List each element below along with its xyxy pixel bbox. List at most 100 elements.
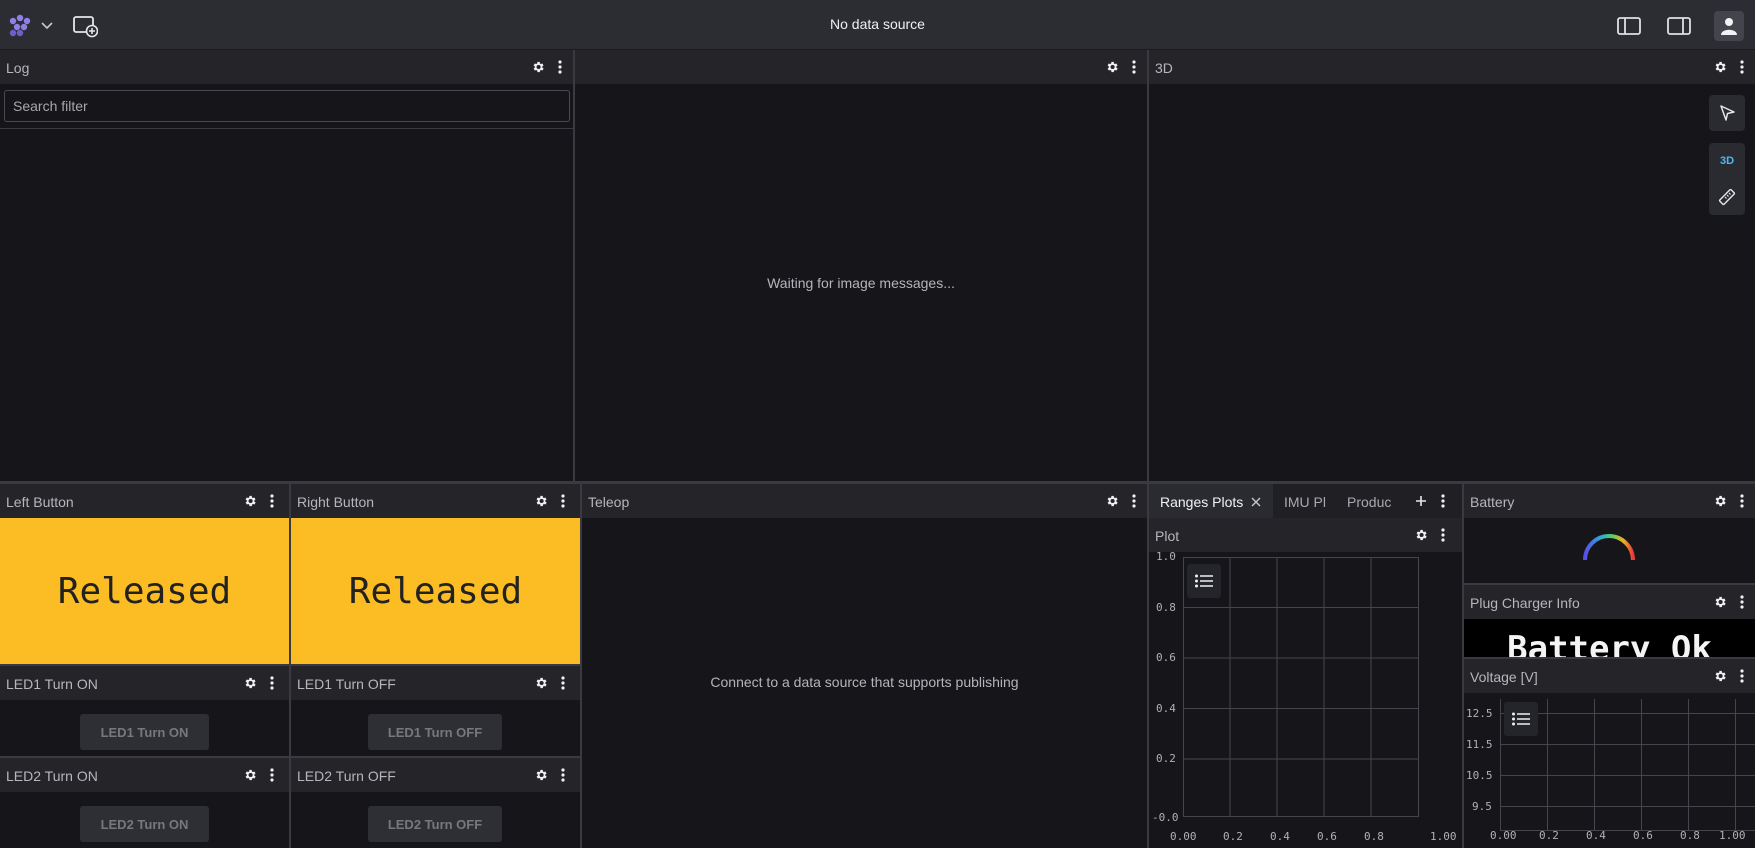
right-sidebar-toggle-icon[interactable] <box>1664 11 1694 41</box>
y-tick-label: 0.4 <box>1156 702 1176 715</box>
more-vertical-icon[interactable] <box>1125 492 1143 510</box>
voltage-title: Voltage [V] <box>1470 669 1538 685</box>
x-tick-label: 0.00 <box>1170 830 1197 843</box>
legend-toggle-icon[interactable] <box>1187 564 1221 598</box>
panel-divider[interactable] <box>289 484 291 848</box>
three-d-panel-title: 3D <box>1155 60 1173 76</box>
x-tick-label: 0.6 <box>1633 829 1653 842</box>
image-panel-header <box>575 50 1147 84</box>
log-search-input[interactable] <box>4 90 570 122</box>
gear-icon[interactable] <box>1711 58 1729 76</box>
right-button-state: Released <box>291 518 580 664</box>
user-account-icon[interactable] <box>1714 11 1744 41</box>
plot-title: Plot <box>1155 528 1180 544</box>
led1-on-title: LED1 Turn ON <box>6 676 98 692</box>
log-panel: Log <box>0 50 573 481</box>
more-vertical-icon[interactable] <box>554 674 572 692</box>
tab-product[interactable]: Produc <box>1347 484 1393 518</box>
more-vertical-icon[interactable] <box>1733 667 1751 685</box>
led2-turn-on-button[interactable]: LED2 Turn ON <box>80 806 209 842</box>
left-sidebar-toggle-icon[interactable] <box>1614 11 1644 41</box>
y-tick-label: 0.2 <box>1156 752 1176 765</box>
led2-off-title: LED2 Turn OFF <box>297 768 396 784</box>
data-source-title: No data source <box>830 16 925 32</box>
tab-label: Produc <box>1347 494 1392 510</box>
y-tick-label: -0.0 <box>1152 811 1179 824</box>
more-vertical-icon[interactable] <box>554 766 572 784</box>
gear-icon[interactable] <box>529 58 547 76</box>
led2-on-panel: LED2 Turn ON LED2 Turn ON <box>0 758 289 848</box>
gear-icon[interactable] <box>241 766 259 784</box>
gear-icon[interactable] <box>1711 492 1729 510</box>
add-tab-icon[interactable] <box>1412 492 1430 510</box>
plug-charger-panel: Plug Charger Info Battery Ok <box>1464 585 1755 657</box>
x-tick-label: 0.6 <box>1317 830 1337 843</box>
voltage-plot-grid[interactable] <box>1500 699 1755 831</box>
left-button-state: Released <box>0 518 289 664</box>
gear-icon[interactable] <box>1103 492 1121 510</box>
led1-off-header: LED1 Turn OFF <box>291 666 580 700</box>
more-vertical-icon[interactable] <box>1733 492 1751 510</box>
gear-icon[interactable] <box>1103 58 1121 76</box>
more-vertical-icon[interactable] <box>263 766 281 784</box>
tab-ranges-plots[interactable]: Ranges Plots <box>1149 484 1273 518</box>
more-vertical-icon[interactable] <box>1733 593 1751 611</box>
left-button-panel: Left Button Released <box>0 484 289 664</box>
image-panel: Waiting for image messages... <box>575 50 1147 481</box>
led1-turn-on-button[interactable]: LED1 Turn ON <box>80 714 209 750</box>
right-button-header: Right Button <box>291 484 580 518</box>
gear-icon[interactable] <box>241 492 259 510</box>
tabbed-plot-panel: Ranges Plots IMU Pl Produc Plot 1.0 0.8 … <box>1149 484 1462 848</box>
cursor-select-icon[interactable] <box>1709 95 1745 131</box>
battery-header: Battery <box>1464 484 1755 518</box>
panel-divider[interactable] <box>1147 50 1149 481</box>
right-button-panel: Right Button Released <box>291 484 580 664</box>
tab-imu-plots[interactable]: IMU Pl <box>1284 484 1326 518</box>
battery-title: Battery <box>1470 494 1515 510</box>
plug-charger-title: Plug Charger Info <box>1470 595 1580 611</box>
led1-on-header: LED1 Turn ON <box>0 666 289 700</box>
gear-icon[interactable] <box>241 674 259 692</box>
gear-icon[interactable] <box>532 766 550 784</box>
panel-divider[interactable] <box>0 756 580 758</box>
gear-icon[interactable] <box>532 492 550 510</box>
plug-charger-header: Plug Charger Info <box>1464 585 1755 619</box>
gear-icon[interactable] <box>1711 667 1729 685</box>
more-vertical-icon[interactable] <box>263 492 281 510</box>
left-button-header: Left Button <box>0 484 289 518</box>
more-vertical-icon[interactable] <box>263 674 281 692</box>
y-tick-label: 0.8 <box>1156 601 1176 614</box>
three-d-mode-toggle[interactable]: 3D <box>1709 143 1745 179</box>
panel-divider[interactable] <box>573 50 575 481</box>
led1-turn-off-button[interactable]: LED1 Turn OFF <box>368 714 502 750</box>
three-d-panel-header: 3D <box>1149 50 1755 84</box>
x-tick-label: 0.2 <box>1539 829 1559 842</box>
led2-turn-off-button[interactable]: LED2 Turn OFF <box>368 806 502 842</box>
more-vertical-icon[interactable] <box>551 58 569 76</box>
more-vertical-icon[interactable] <box>554 492 572 510</box>
more-vertical-icon[interactable] <box>1733 58 1751 76</box>
ruler-icon[interactable] <box>1709 179 1745 215</box>
gear-icon[interactable] <box>1412 526 1430 544</box>
panel-divider[interactable] <box>0 664 580 666</box>
close-icon[interactable] <box>1250 495 1262 511</box>
log-panel-header: Log <box>0 50 573 84</box>
teleop-title: Teleop <box>588 494 630 510</box>
tab-label: Ranges Plots <box>1160 494 1244 510</box>
tab-bar: Ranges Plots IMU Pl Produc <box>1149 484 1462 518</box>
more-vertical-icon[interactable] <box>1434 526 1452 544</box>
led1-on-panel: LED1 Turn ON LED1 Turn ON <box>0 666 289 756</box>
gear-icon[interactable] <box>1711 593 1729 611</box>
x-tick-label: 0.2 <box>1223 830 1243 843</box>
voltage-panel: Voltage [V] 12.5 11.5 10.5 9.5 0.00 0.2 … <box>1464 659 1755 848</box>
more-vertical-icon[interactable] <box>1434 492 1452 510</box>
battery-gauge <box>1583 534 1635 561</box>
more-vertical-icon[interactable] <box>1125 58 1143 76</box>
led1-off-panel: LED1 Turn OFF LED1 Turn OFF <box>291 666 580 756</box>
legend-toggle-icon[interactable] <box>1504 702 1538 736</box>
gear-icon[interactable] <box>532 674 550 692</box>
three-d-panel: 3D 3D <box>1149 50 1755 481</box>
image-waiting-message: Waiting for image messages... <box>767 275 955 291</box>
x-tick-label: 0.00 <box>1490 829 1517 842</box>
teleop-header: Teleop <box>582 484 1147 518</box>
